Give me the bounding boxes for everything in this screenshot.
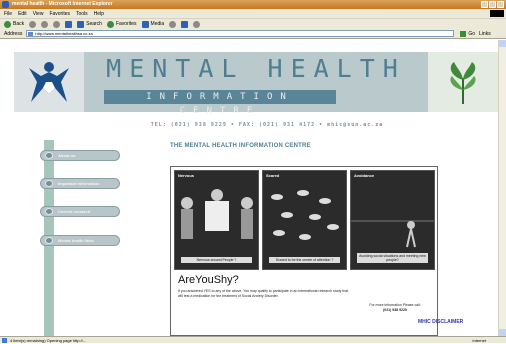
- panel-caption: Avoiding social situations and meeting n…: [357, 253, 428, 263]
- nav-bullet-icon: [45, 208, 53, 215]
- poster-body: If you answered YES to any of the above,…: [178, 289, 349, 298]
- panel-label: Scared: [266, 173, 280, 178]
- go-button[interactable]: Go: [460, 30, 475, 37]
- panel-caption: Nervous around People ?: [181, 257, 252, 263]
- page-heading: THE MENTAL HEALTH INFORMATION CENTRE: [170, 143, 311, 149]
- status-text: 4 item(s) remaining) Opening page http:/…: [10, 338, 87, 343]
- poster-phone: (021) 938 9229: [383, 308, 407, 312]
- links-button[interactable]: Links: [479, 31, 491, 37]
- mail-icon: [181, 20, 189, 28]
- history-icon: [169, 20, 177, 28]
- poster-panel-nervous: Nervous Nervous around People ?: [174, 170, 259, 270]
- page-icon: [28, 32, 34, 36]
- panel-label: Avoidance: [354, 173, 375, 178]
- nav-label: About us: [58, 153, 76, 158]
- poster-panel-avoidance: Avoidance Avoiding social situations and…: [350, 170, 435, 270]
- status-icon: [2, 338, 7, 343]
- nav-bullet-icon: [45, 152, 53, 159]
- nav-label: Mental health links: [58, 238, 94, 243]
- address-url: http://www.mentalhealthsa.co.za: [35, 31, 93, 36]
- nav-bullet-icon: [45, 237, 53, 244]
- nav-label: Important information: [58, 181, 100, 186]
- address-bar: Address http://www.mentalhealthsa.co.za …: [0, 29, 506, 39]
- address-input[interactable]: http://www.mentalhealthsa.co.za: [26, 30, 455, 37]
- home-icon: [65, 20, 73, 28]
- close-button[interactable]: [497, 1, 504, 8]
- star-icon: [106, 20, 114, 28]
- nervous-illustration: [181, 189, 253, 239]
- back-button[interactable]: Back: [4, 20, 24, 28]
- page-content: MENTAL HEALTH INFORMATION CENTRE TEL: (0…: [0, 40, 498, 336]
- print-icon: [193, 20, 201, 28]
- history-button[interactable]: [169, 20, 177, 28]
- window-title: mental health - Microsoft Internet Explo…: [12, 1, 113, 7]
- menu-tools[interactable]: Tools: [76, 11, 88, 17]
- favorites-button[interactable]: Favorites: [106, 20, 137, 28]
- person-logo-icon: [29, 62, 69, 102]
- nav-important-information[interactable]: Important information: [40, 178, 120, 189]
- maximize-button[interactable]: [489, 1, 496, 8]
- scared-illustration: [271, 190, 339, 240]
- windows-logo-icon: [490, 10, 504, 17]
- nav-bullet-icon: [45, 180, 53, 187]
- leaf-icon: [450, 62, 476, 104]
- stop-icon: [41, 20, 49, 28]
- stop-button[interactable]: [41, 20, 49, 28]
- media-button[interactable]: Media: [141, 20, 164, 28]
- mail-button[interactable]: [181, 20, 189, 28]
- poster-contact: For more information Please call: (021) …: [355, 303, 435, 313]
- menu-favorites[interactable]: Favorites: [49, 11, 70, 17]
- site-subtitle: INFORMATION CENTRE: [104, 90, 336, 116]
- window-controls: [481, 1, 504, 8]
- menu-view[interactable]: View: [33, 11, 44, 17]
- site-title: MENTAL HEALTH: [106, 54, 406, 83]
- scroll-down-icon[interactable]: [499, 329, 506, 336]
- research-poster: Nervous Nervous around People ? Scared S…: [170, 166, 438, 336]
- panel-caption: Scared to be the centre of attention ?: [269, 257, 340, 263]
- ie-icon: [2, 1, 9, 8]
- menu-bar: File Edit View Favorites Tools Help: [0, 9, 506, 18]
- panel-label: Nervous: [178, 173, 195, 178]
- print-button[interactable]: [193, 20, 201, 28]
- menu-file[interactable]: File: [4, 11, 12, 17]
- menu-help[interactable]: Help: [94, 11, 104, 17]
- nav-current-research[interactable]: Current research: [40, 206, 120, 217]
- address-label: Address: [4, 30, 23, 37]
- browser-toolbar: Back Search Favorites Media: [0, 18, 506, 29]
- media-icon: [141, 20, 149, 28]
- refresh-button[interactable]: [53, 20, 61, 28]
- contact-line: TEL: (021) 938 9229 • FAX: (021) 931 417…: [150, 122, 384, 128]
- forward-arrow-icon: [29, 20, 37, 28]
- scroll-up-icon[interactable]: [499, 40, 506, 47]
- avoidance-illustration: [351, 220, 434, 248]
- poster-headline: AreYouShy?: [178, 274, 239, 286]
- search-icon: [77, 20, 85, 28]
- minimize-button[interactable]: [481, 1, 488, 8]
- go-arrow-icon: [460, 30, 467, 37]
- vertical-scrollbar[interactable]: [498, 40, 506, 336]
- forward-button[interactable]: [29, 20, 37, 28]
- window-titlebar: mental health - Microsoft Internet Explo…: [0, 0, 506, 9]
- plant-logo: [428, 52, 498, 112]
- disclaimer-link[interactable]: MHIC DISCLAIMER: [418, 319, 463, 325]
- nav-mental-health-links[interactable]: Mental health links: [40, 235, 120, 246]
- menu-edit[interactable]: Edit: [18, 11, 27, 17]
- status-bar: 4 item(s) remaining) Opening page http:/…: [0, 336, 506, 343]
- back-arrow-icon: [4, 20, 11, 28]
- poster-panel-scared: Scared Scared to be the centre of attent…: [262, 170, 347, 270]
- search-button[interactable]: Search: [77, 20, 102, 28]
- nav-about-us[interactable]: About us: [40, 150, 120, 161]
- nav-label: Current research: [58, 209, 91, 214]
- site-logo[interactable]: [14, 52, 84, 112]
- refresh-icon: [53, 20, 61, 28]
- home-button[interactable]: [65, 20, 73, 28]
